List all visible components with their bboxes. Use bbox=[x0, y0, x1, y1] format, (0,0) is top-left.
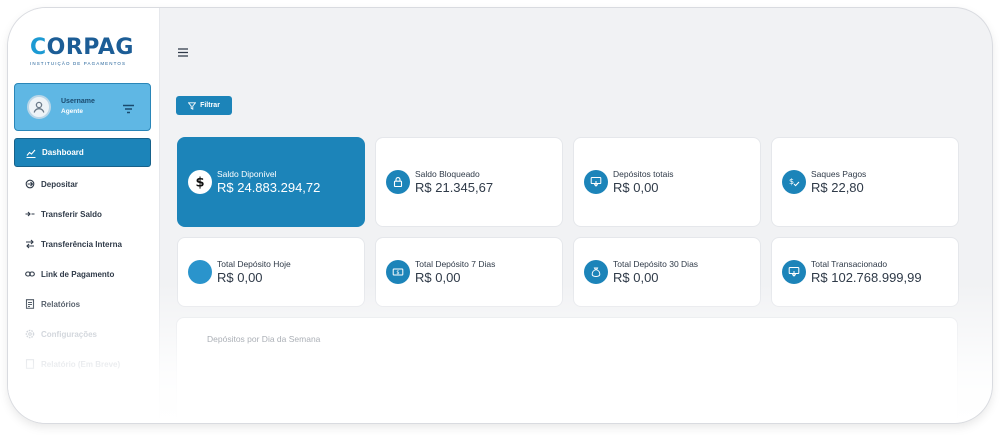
card-label: Total Depósito 30 Dias bbox=[613, 258, 699, 269]
sidebar-item-label: Relatórios bbox=[41, 299, 81, 309]
app-window: CORPAG INSTITUIÇÃO DE PAGAMENTOS Usernam… bbox=[8, 8, 992, 423]
card-label: Saques Pagos bbox=[811, 168, 867, 179]
report-icon bbox=[25, 299, 35, 309]
sidebar-item-label: Depositar bbox=[41, 179, 78, 189]
menu-toggle-icon[interactable] bbox=[178, 44, 188, 62]
lock-icon bbox=[386, 170, 410, 194]
deposit-icon bbox=[25, 179, 35, 189]
card-label: Total Depósito 7 Dias bbox=[415, 258, 496, 269]
card-value: R$ 21.345,67 bbox=[415, 179, 494, 195]
card-value: R$ 0,00 bbox=[613, 269, 659, 285]
user-role: Agente bbox=[61, 108, 84, 115]
dollar-icon: $ bbox=[188, 170, 212, 194]
sidebar-item-transferir-saldo[interactable]: Transferir Saldo bbox=[14, 199, 151, 229]
sidebar-item-label: Dashboard bbox=[42, 148, 84, 157]
sidebar-item-relatorio-em-breve[interactable]: Relatório (Em Breve) bbox=[14, 349, 151, 379]
sidebar-item-label: Relatório (Em Breve) bbox=[41, 359, 121, 369]
sidebar-item-label: Transferir Saldo bbox=[41, 209, 102, 219]
card-total-deposito-30-dias[interactable]: Total Depósito 30 Dias R$ 0,00 bbox=[573, 237, 761, 307]
card-value: R$ 102.768.999,99 bbox=[811, 269, 922, 285]
svg-text:$: $ bbox=[195, 176, 204, 190]
filter-label: Filtrar bbox=[200, 102, 220, 109]
sidebar-item-configuracoes[interactable]: Configurações bbox=[14, 319, 151, 349]
cash-icon: $ bbox=[386, 260, 410, 284]
card-saques-pagos[interactable]: $ Saques Pagos R$ 22,80 bbox=[771, 137, 959, 227]
svg-text:$: $ bbox=[396, 270, 399, 276]
user-name: Username bbox=[61, 98, 95, 105]
sidebar-nav: Dashboard Depositar Transferir Saldo Tra… bbox=[14, 138, 151, 379]
chart-panel: Depósitos por Dia da Semana bbox=[176, 317, 958, 423]
card-saldo-bloqueado[interactable]: Saldo Bloqueado R$ 21.345,67 bbox=[375, 137, 563, 227]
sidebar-item-label: Link de Pagamento bbox=[41, 269, 115, 279]
corpag-logo[interactable]: CORPAG INSTITUIÇÃO DE PAGAMENTOS bbox=[30, 36, 140, 70]
transfer-icon bbox=[25, 209, 35, 219]
card-depositos-totais[interactable]: Depósitos totais R$ 0,00 bbox=[573, 137, 761, 227]
sidebar-item-transferencia-interna[interactable]: Transferência Interna bbox=[14, 229, 151, 259]
card-value: R$ 0,00 bbox=[217, 269, 263, 285]
sidebar: CORPAG INSTITUIÇÃO DE PAGAMENTOS Usernam… bbox=[8, 8, 160, 423]
chart-icon bbox=[26, 148, 36, 158]
card-value: R$ 24.883.294,72 bbox=[217, 179, 321, 195]
report-icon bbox=[25, 359, 35, 369]
card-total-transacionado[interactable]: Total Transacionado R$ 102.768.999,99 bbox=[771, 237, 959, 307]
sidebar-item-dashboard[interactable]: Dashboard bbox=[14, 138, 151, 167]
card-total-deposito-7-dias[interactable]: $ Total Depósito 7 Dias R$ 0,00 bbox=[375, 237, 563, 307]
user-card[interactable]: Username Agente bbox=[14, 83, 151, 131]
card-total-deposito-hoje[interactable]: Total Depósito Hoje R$ 0,00 bbox=[177, 237, 365, 307]
card-value: R$ 22,80 bbox=[811, 179, 864, 195]
card-value: R$ 0,00 bbox=[613, 179, 659, 195]
sidebar-item-label: Transferência Interna bbox=[41, 239, 122, 249]
link-icon bbox=[25, 269, 35, 279]
deposit-money-icon bbox=[584, 170, 608, 194]
blank-circle-icon bbox=[188, 260, 212, 284]
deposit-money-icon bbox=[782, 260, 806, 284]
sidebar-item-relatorios[interactable]: Relatórios bbox=[14, 289, 151, 319]
chart-title: Depósitos por Dia da Semana bbox=[207, 334, 321, 344]
card-label: Saldo Bloqueado bbox=[415, 168, 480, 179]
dollar-check-icon: $ bbox=[782, 170, 806, 194]
user-menu-icon[interactable] bbox=[123, 101, 134, 119]
gear-icon bbox=[25, 329, 35, 339]
internal-transfer-icon bbox=[25, 239, 35, 249]
card-value: R$ 0,00 bbox=[415, 269, 461, 285]
card-label: Total Transacionado bbox=[811, 258, 888, 269]
sidebar-item-label: Configurações bbox=[41, 329, 98, 339]
card-label: Saldo Diponível bbox=[217, 168, 277, 179]
card-saldo-disponivel[interactable]: $ Saldo Diponível R$ 24.883.294,72 bbox=[177, 137, 365, 227]
card-label: Total Depósito Hoje bbox=[217, 258, 291, 269]
sidebar-item-link-de-pagamento[interactable]: Link de Pagamento bbox=[14, 259, 151, 289]
svg-text:$: $ bbox=[789, 177, 794, 186]
money-bag-icon bbox=[584, 260, 608, 284]
sidebar-item-depositar[interactable]: Depositar bbox=[14, 169, 151, 199]
avatar-icon bbox=[27, 95, 51, 119]
card-label: Depósitos totais bbox=[613, 168, 674, 179]
filter-icon bbox=[188, 101, 197, 110]
filter-button[interactable]: Filtrar bbox=[176, 96, 232, 115]
